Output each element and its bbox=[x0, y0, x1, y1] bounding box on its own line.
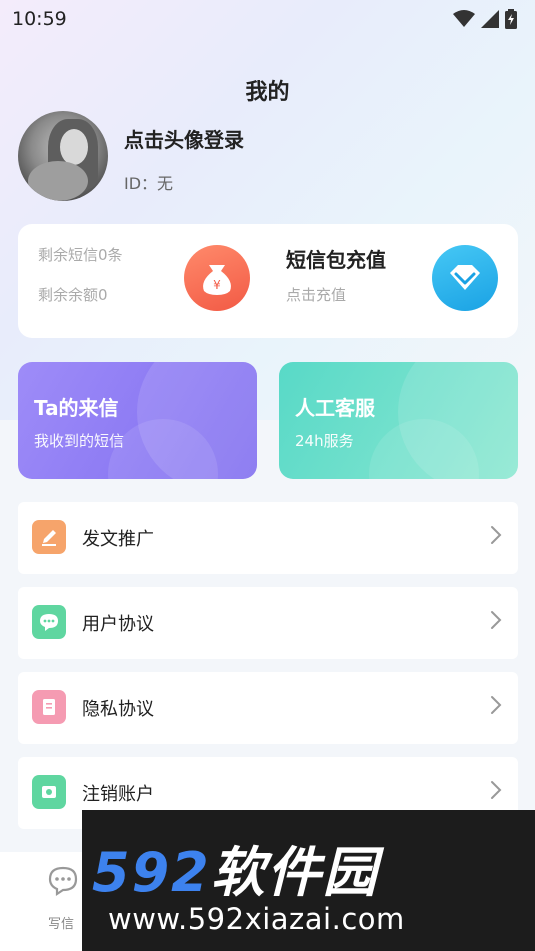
remaining-amount: 剩余余额0 bbox=[38, 286, 108, 304]
menu-item-label: 用户协议 bbox=[82, 614, 154, 635]
nav-write-label[interactable]: 写信 bbox=[48, 913, 74, 932]
watermark-banner: 592软件园 www.592xiazai.com bbox=[82, 810, 535, 951]
status-time: 10:59 bbox=[12, 8, 67, 30]
chevron-right-icon bbox=[491, 526, 502, 544]
page-title: 我的 bbox=[245, 80, 290, 105]
chevron-right-icon bbox=[491, 696, 502, 714]
avatar-face bbox=[60, 129, 88, 165]
balance-card: 剩余短信0条 剩余余额0 ¥ 短信包充值 点击充值 bbox=[18, 224, 518, 338]
recharge-link[interactable]: 点击充值 bbox=[286, 284, 346, 305]
chevron-right-icon bbox=[491, 781, 502, 799]
menu-item-label: 注销账户 bbox=[82, 784, 154, 805]
avatar[interactable] bbox=[18, 111, 108, 201]
tile-inbox[interactable]: Ta的来信 我收到的短信 bbox=[18, 362, 257, 479]
avatar-arm bbox=[28, 161, 88, 201]
tile-support-title: 人工客服 bbox=[295, 396, 375, 420]
watermark-brand-text: 软件园 bbox=[210, 841, 379, 904]
chat-icon bbox=[32, 605, 66, 639]
edit-icon bbox=[32, 520, 66, 554]
user-id: ID：无 bbox=[124, 174, 174, 193]
status-icons bbox=[453, 9, 517, 29]
recharge-title[interactable]: 短信包充值 bbox=[286, 244, 386, 273]
menu-item-user-agreement[interactable]: 用户协议 bbox=[18, 587, 518, 659]
remaining-sms: 剩余短信0条 bbox=[38, 246, 123, 264]
tile-inbox-title: Ta的来信 bbox=[34, 396, 119, 420]
header-background bbox=[0, 0, 535, 420]
tile-support[interactable]: 人工客服 24h服务 bbox=[279, 362, 518, 479]
write-letter-icon[interactable] bbox=[46, 864, 80, 898]
watermark-url: www.592xiazai.com bbox=[108, 902, 405, 936]
chevron-right-icon bbox=[491, 611, 502, 629]
diamond-icon[interactable] bbox=[432, 245, 498, 311]
menu-item-label: 隐私协议 bbox=[82, 699, 154, 720]
money-symbol: ¥ bbox=[213, 278, 221, 292]
battery-icon bbox=[505, 9, 517, 29]
login-prompt[interactable]: 点击头像登录 bbox=[124, 124, 244, 153]
menu-item-promote[interactable]: 发文推广 bbox=[18, 502, 518, 574]
document-icon bbox=[32, 690, 66, 724]
wifi-icon bbox=[453, 10, 475, 27]
watermark-brand-number: 592 bbox=[92, 841, 211, 904]
watermark-brand: 592软件园 bbox=[92, 828, 379, 907]
status-bar: 10:59 bbox=[0, 0, 535, 38]
tile-inbox-subtitle: 我收到的短信 bbox=[34, 432, 125, 450]
menu-item-privacy[interactable]: 隐私协议 bbox=[18, 672, 518, 744]
menu-item-label: 发文推广 bbox=[82, 529, 154, 550]
money-bag-icon: ¥ bbox=[184, 245, 250, 311]
signal-icon bbox=[481, 10, 499, 28]
account-icon bbox=[32, 775, 66, 809]
tile-support-subtitle: 24h服务 bbox=[295, 432, 354, 450]
